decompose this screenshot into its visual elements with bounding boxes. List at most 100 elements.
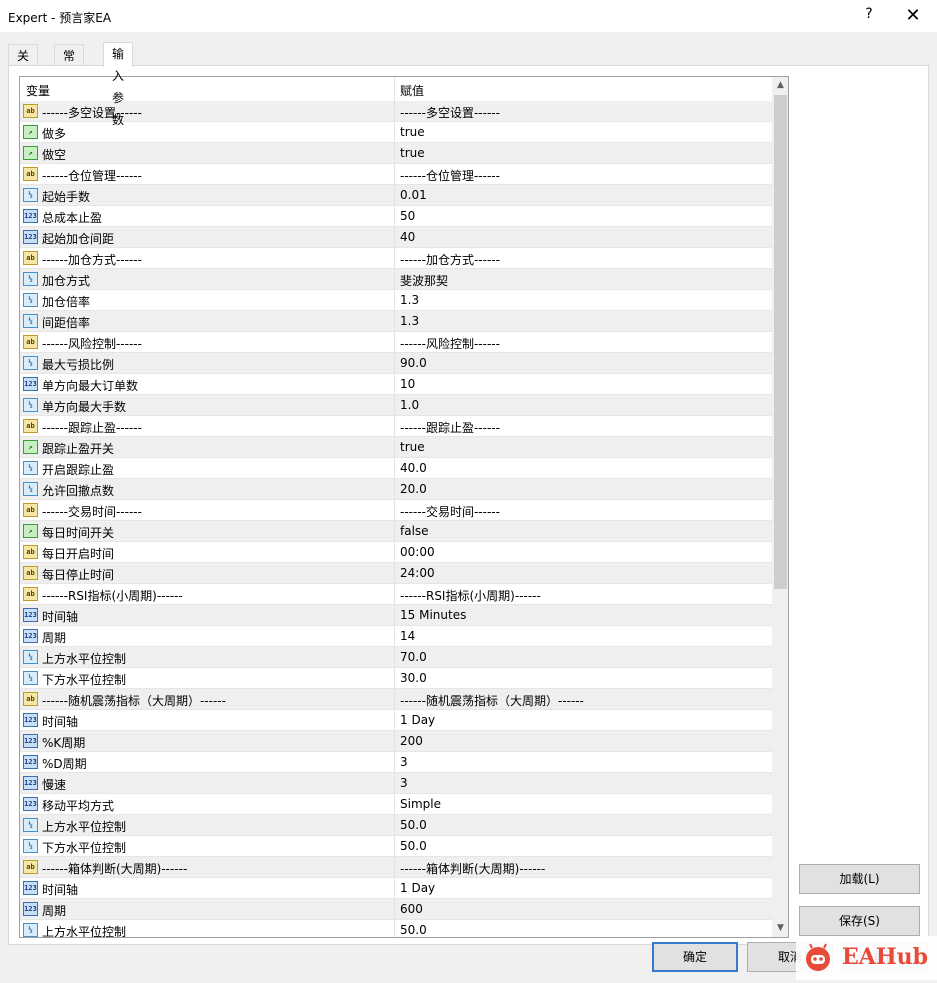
tab-inputs[interactable]: 输入参数: [103, 42, 134, 127]
param-value[interactable]: true: [400, 146, 425, 160]
table-row[interactable]: ab ------仓位管理------ ------仓位管理------: [20, 164, 772, 185]
param-value[interactable]: 50: [400, 209, 415, 223]
table-row[interactable]: ½ 加仓倍率 1.3: [20, 290, 772, 311]
table-row[interactable]: ½ 允许回撤点数 20.0: [20, 479, 772, 500]
table-row[interactable]: ab ------多空设置------ ------多空设置------: [20, 101, 772, 122]
param-value[interactable]: 1 Day: [400, 713, 435, 727]
param-value[interactable]: 40: [400, 230, 415, 244]
table-row[interactable]: ½ 最大亏损比例 90.0: [20, 353, 772, 374]
param-name: 时间轴: [42, 883, 79, 897]
table-row[interactable]: ab ------交易时间------ ------交易时间------: [20, 500, 772, 521]
column-header-variable[interactable]: 变量: [26, 82, 50, 99]
table-row[interactable]: ab 每日停止时间 24:00: [20, 563, 772, 584]
param-value[interactable]: ------交易时间------: [400, 503, 500, 520]
table-row[interactable]: ½ 上方水平位控制 50.0: [20, 920, 772, 937]
table-row[interactable]: ab ------箱体判断(大周期)------ ------箱体判断(大周期)--…: [20, 857, 772, 878]
table-row[interactable]: ½ 起始手数 0.01: [20, 185, 772, 206]
param-value[interactable]: ------仓位管理------: [400, 167, 500, 184]
table-row[interactable]: ½ 加仓方式 斐波那契: [20, 269, 772, 290]
param-type-dbl-icon: ½: [23, 482, 38, 496]
table-row[interactable]: 123 单方向最大订单数 10: [20, 374, 772, 395]
table-row[interactable]: 123 %K周期 200: [20, 731, 772, 752]
param-value[interactable]: 3: [400, 755, 408, 769]
param-value[interactable]: 14: [400, 629, 415, 643]
table-row[interactable]: ↗ 做空 true: [20, 143, 772, 164]
param-value[interactable]: 1.3: [400, 314, 419, 328]
param-value[interactable]: 50.0: [400, 818, 427, 832]
param-value[interactable]: 24:00: [400, 566, 435, 580]
tab-common[interactable]: 常用: [54, 44, 85, 85]
table-row[interactable]: ↗ 做多 true: [20, 122, 772, 143]
param-value[interactable]: ------RSI指标(小周期)------: [400, 587, 541, 604]
param-value[interactable]: 10: [400, 377, 415, 391]
table-row[interactable]: ↗ 每日时间开关 false: [20, 521, 772, 542]
param-value[interactable]: false: [400, 524, 429, 538]
save-button[interactable]: 保存(S): [799, 906, 920, 936]
column-header-value[interactable]: 赋值: [400, 82, 424, 99]
table-row[interactable]: 123 时间轴 15 Minutes: [20, 605, 772, 626]
param-value[interactable]: ------随机震荡指标（大周期）------: [400, 692, 584, 709]
scroll-up-icon[interactable]: ▲: [772, 77, 788, 94]
param-value[interactable]: true: [400, 440, 425, 454]
param-type-ab-icon: ab: [23, 335, 38, 349]
param-value[interactable]: 200: [400, 734, 423, 748]
table-row[interactable]: 123 周期 14: [20, 626, 772, 647]
table-row[interactable]: ½ 开启跟踪止盈 40.0: [20, 458, 772, 479]
table-row[interactable]: ½ 单方向最大手数 1.0: [20, 395, 772, 416]
table-row[interactable]: ab ------风险控制------ ------风险控制------: [20, 332, 772, 353]
param-name: ------随机震荡指标（大周期）------: [42, 694, 226, 708]
vertical-scrollbar[interactable]: ▲ ▼: [772, 77, 788, 937]
table-row[interactable]: ½ 上方水平位控制 70.0: [20, 647, 772, 668]
ok-button[interactable]: 确定: [652, 942, 738, 972]
param-value[interactable]: 0.01: [400, 188, 427, 202]
param-value[interactable]: 20.0: [400, 482, 427, 496]
close-icon[interactable]: ✕: [900, 4, 926, 28]
param-value[interactable]: 90.0: [400, 356, 427, 370]
param-value[interactable]: 600: [400, 902, 423, 916]
column-separator[interactable]: [394, 77, 395, 101]
scroll-thumb[interactable]: [774, 95, 787, 589]
param-value[interactable]: ------风险控制------: [400, 335, 500, 352]
param-value[interactable]: ------加仓方式------: [400, 251, 500, 268]
table-row[interactable]: ½ 间距倍率 1.3: [20, 311, 772, 332]
param-value[interactable]: 00:00: [400, 545, 435, 559]
table-row[interactable]: 123 %D周期 3: [20, 752, 772, 773]
param-value[interactable]: 1 Day: [400, 881, 435, 895]
table-row[interactable]: ½ 下方水平位控制 50.0: [20, 836, 772, 857]
param-value[interactable]: 30.0: [400, 671, 427, 685]
parameter-grid[interactable]: 变量 赋值 ab ------多空设置------ ------多空设置------…: [19, 76, 789, 938]
table-row[interactable]: ab ------跟踪止盈------ ------跟踪止盈------: [20, 416, 772, 437]
load-button[interactable]: 加载(L): [799, 864, 920, 894]
table-row[interactable]: 123 起始加仓间距 40: [20, 227, 772, 248]
param-value[interactable]: 40.0: [400, 461, 427, 475]
table-row[interactable]: ab ------加仓方式------ ------加仓方式------: [20, 248, 772, 269]
tab-about[interactable]: 关于: [8, 44, 39, 85]
param-value[interactable]: 斐波那契: [400, 272, 448, 289]
param-value[interactable]: ------箱体判断(大周期)------: [400, 860, 545, 877]
param-value[interactable]: 15 Minutes: [400, 608, 466, 622]
table-row[interactable]: 123 时间轴 1 Day: [20, 878, 772, 899]
param-value[interactable]: 70.0: [400, 650, 427, 664]
param-value[interactable]: 3: [400, 776, 408, 790]
table-row[interactable]: 123 时间轴 1 Day: [20, 710, 772, 731]
param-value[interactable]: ------跟踪止盈------: [400, 419, 500, 436]
table-row[interactable]: ↗ 跟踪止盈开关 true: [20, 437, 772, 458]
param-value[interactable]: 1.3: [400, 293, 419, 307]
param-value[interactable]: 50.0: [400, 839, 427, 853]
table-row[interactable]: 123 移动平均方式 Simple: [20, 794, 772, 815]
table-row[interactable]: 123 总成本止盈 50: [20, 206, 772, 227]
table-row[interactable]: ab ------随机震荡指标（大周期）------ ------随机震荡指标（大周…: [20, 689, 772, 710]
table-row[interactable]: ab 每日开启时间 00:00: [20, 542, 772, 563]
param-value[interactable]: ------多空设置------: [400, 104, 500, 121]
table-row[interactable]: 123 慢速 3: [20, 773, 772, 794]
table-row[interactable]: ab ------RSI指标(小周期)------ ------RSI指标(小周期)…: [20, 584, 772, 605]
table-row[interactable]: 123 周期 600: [20, 899, 772, 920]
param-value[interactable]: 1.0: [400, 398, 419, 412]
scroll-down-icon[interactable]: ▼: [772, 920, 788, 937]
table-row[interactable]: ½ 上方水平位控制 50.0: [20, 815, 772, 836]
help-icon[interactable]: ?: [861, 6, 877, 26]
param-value[interactable]: 50.0: [400, 923, 427, 937]
table-row[interactable]: ½ 下方水平位控制 30.0: [20, 668, 772, 689]
param-value[interactable]: Simple: [400, 797, 441, 811]
param-value[interactable]: true: [400, 125, 425, 139]
